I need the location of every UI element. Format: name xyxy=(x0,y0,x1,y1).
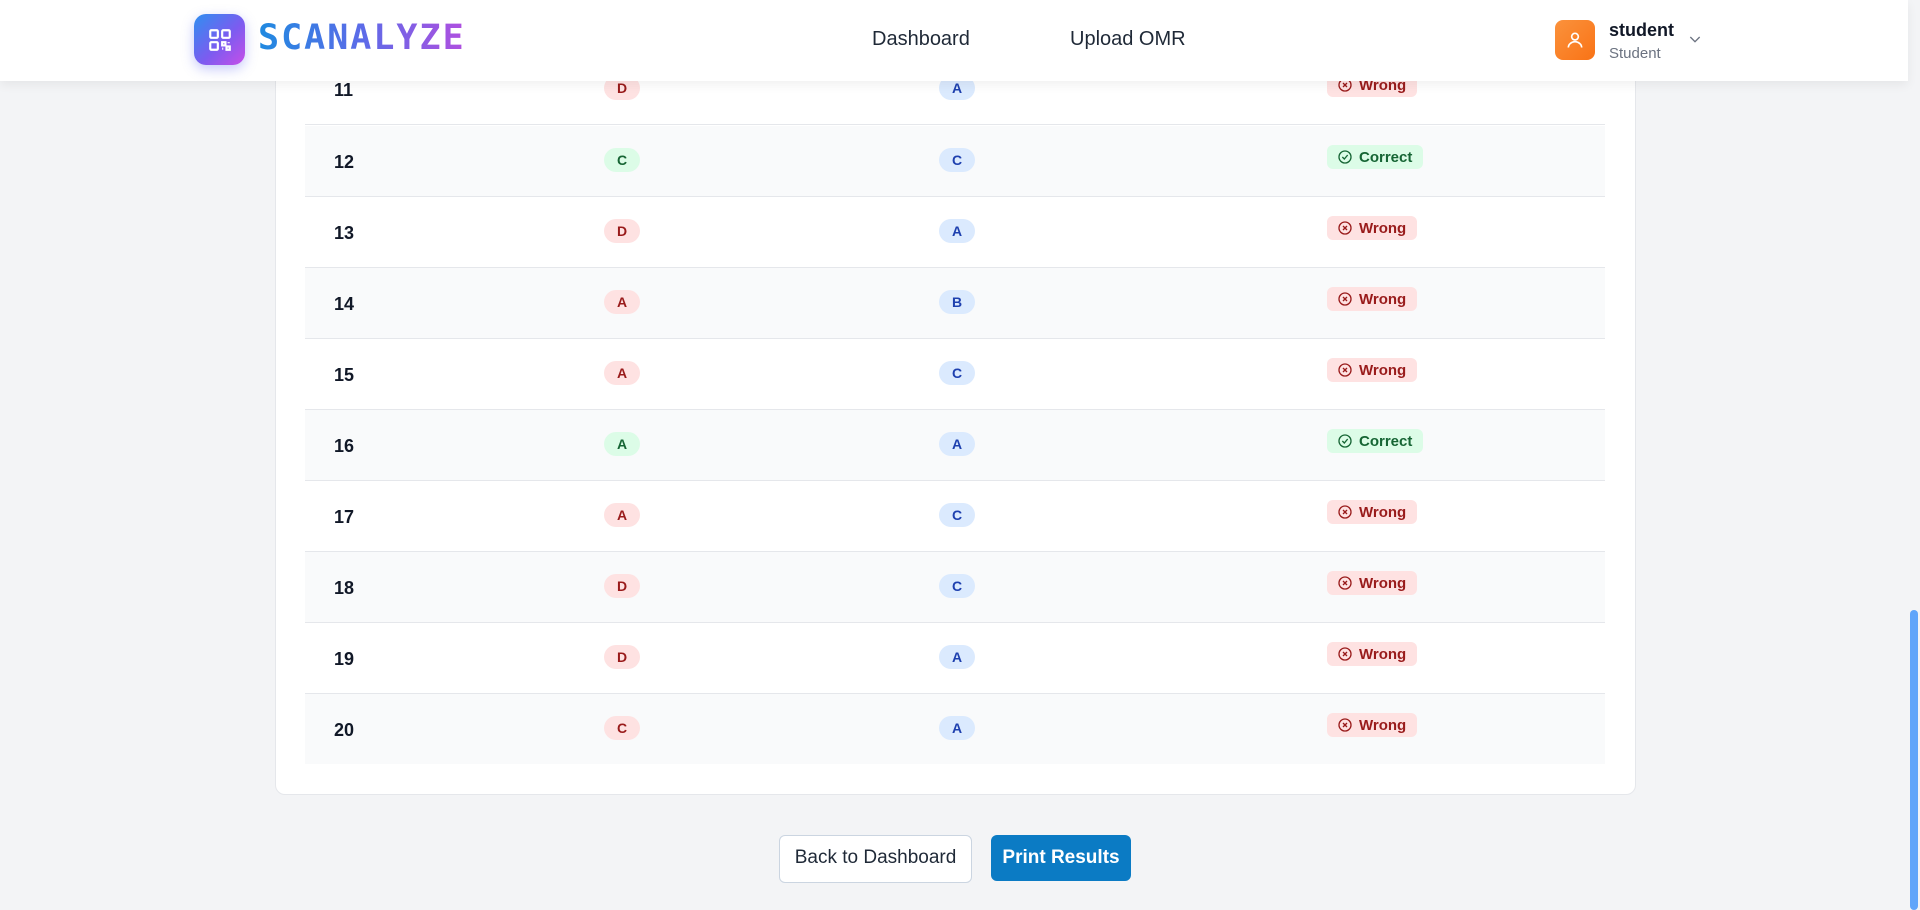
avatar[interactable] xyxy=(1555,20,1595,60)
status-label: Wrong xyxy=(1359,361,1407,379)
user-name[interactable]: student xyxy=(1609,20,1674,41)
status-label: Wrong xyxy=(1359,219,1407,237)
table-row: 19 D A Wrong xyxy=(305,623,1605,694)
status-badge: Wrong xyxy=(1327,642,1418,666)
question-number: 19 xyxy=(334,649,355,669)
correct-answer-pill: A xyxy=(939,219,975,243)
table-row: 17 A C Wrong xyxy=(305,481,1605,552)
qr-code-icon xyxy=(208,28,231,51)
your-answer-pill: C xyxy=(604,716,640,740)
question-number: 13 xyxy=(334,223,355,243)
table-row: 18 D C Wrong xyxy=(305,552,1605,623)
correct-answer-pill: C xyxy=(939,574,975,598)
back-to-dashboard-button[interactable]: Back to Dashboard xyxy=(779,835,972,883)
your-answer-pill: A xyxy=(604,361,640,385)
question-number: 17 xyxy=(334,507,355,527)
question-number: 15 xyxy=(334,365,355,385)
your-answer-pill: D xyxy=(604,219,640,243)
print-results-button[interactable]: Print Results xyxy=(991,835,1131,881)
logo[interactable] xyxy=(194,14,245,65)
your-answer-pill: A xyxy=(604,503,640,527)
status-badge: Wrong xyxy=(1327,216,1418,240)
your-answer-pill: A xyxy=(604,290,640,314)
x-circle-icon xyxy=(1338,718,1352,732)
x-circle-icon xyxy=(1338,221,1352,235)
correct-answer-pill: C xyxy=(939,361,975,385)
status-label: Correct xyxy=(1359,148,1413,166)
status-badge: Wrong xyxy=(1327,358,1418,382)
user-icon xyxy=(1567,32,1583,48)
nav-dashboard[interactable]: Dashboard xyxy=(872,28,970,51)
status-label: Wrong xyxy=(1359,290,1407,308)
x-circle-icon xyxy=(1338,647,1352,661)
question-number: 11 xyxy=(334,80,354,100)
x-circle-icon xyxy=(1338,505,1352,519)
correct-answer-pill: A xyxy=(939,716,975,740)
table-row: 16 A A Correct xyxy=(305,410,1605,481)
status-label: Wrong xyxy=(1359,574,1407,592)
top-navbar: SCANALYZE Dashboard Upload OMR student S… xyxy=(0,0,1908,81)
table-row: 15 A C Wrong xyxy=(305,339,1605,410)
table-row: 13 D A Wrong xyxy=(305,197,1605,268)
table-row: 12 C C Correct xyxy=(305,126,1605,197)
status-badge: Correct xyxy=(1327,145,1424,169)
your-answer-pill: A xyxy=(604,432,640,456)
x-circle-icon xyxy=(1338,363,1352,377)
question-number: 16 xyxy=(334,436,355,456)
correct-answer-pill: B xyxy=(939,290,975,314)
table-row: 20 C A Wrong xyxy=(305,694,1605,764)
status-badge: Wrong xyxy=(1327,571,1418,595)
correct-answer-pill: C xyxy=(939,148,975,172)
x-circle-icon xyxy=(1338,292,1352,306)
nav-upload-omr[interactable]: Upload OMR xyxy=(1070,28,1186,51)
chevron-down-icon[interactable] xyxy=(1687,31,1703,47)
status-label: Correct xyxy=(1359,432,1413,450)
x-circle-icon xyxy=(1338,576,1352,590)
your-answer-pill: D xyxy=(604,574,640,598)
brand-name[interactable]: SCANALYZE xyxy=(258,18,466,58)
correct-answer-pill: A xyxy=(939,645,975,669)
status-badge: Wrong xyxy=(1327,500,1418,524)
question-number: 12 xyxy=(334,152,355,172)
question-number: 18 xyxy=(334,578,355,598)
your-answer-pill: C xyxy=(604,148,640,172)
question-number: 20 xyxy=(334,720,355,740)
check-circle-icon xyxy=(1338,434,1352,448)
status-badge: Wrong xyxy=(1327,287,1418,311)
correct-answer-pill: C xyxy=(939,503,975,527)
status-badge: Wrong xyxy=(1327,713,1418,737)
correct-answer-pill: A xyxy=(939,432,975,456)
question-number: 14 xyxy=(334,294,355,314)
status-label: Wrong xyxy=(1359,645,1407,663)
status-label: Wrong xyxy=(1359,503,1407,521)
table-row: 14 A B Wrong xyxy=(305,268,1605,339)
check-circle-icon xyxy=(1338,150,1352,164)
scrollbar-thumb[interactable] xyxy=(1910,610,1918,910)
user-role: Student xyxy=(1609,45,1661,62)
status-label: Wrong xyxy=(1359,716,1407,734)
status-badge: Correct xyxy=(1327,429,1424,453)
your-answer-pill: D xyxy=(604,645,640,669)
